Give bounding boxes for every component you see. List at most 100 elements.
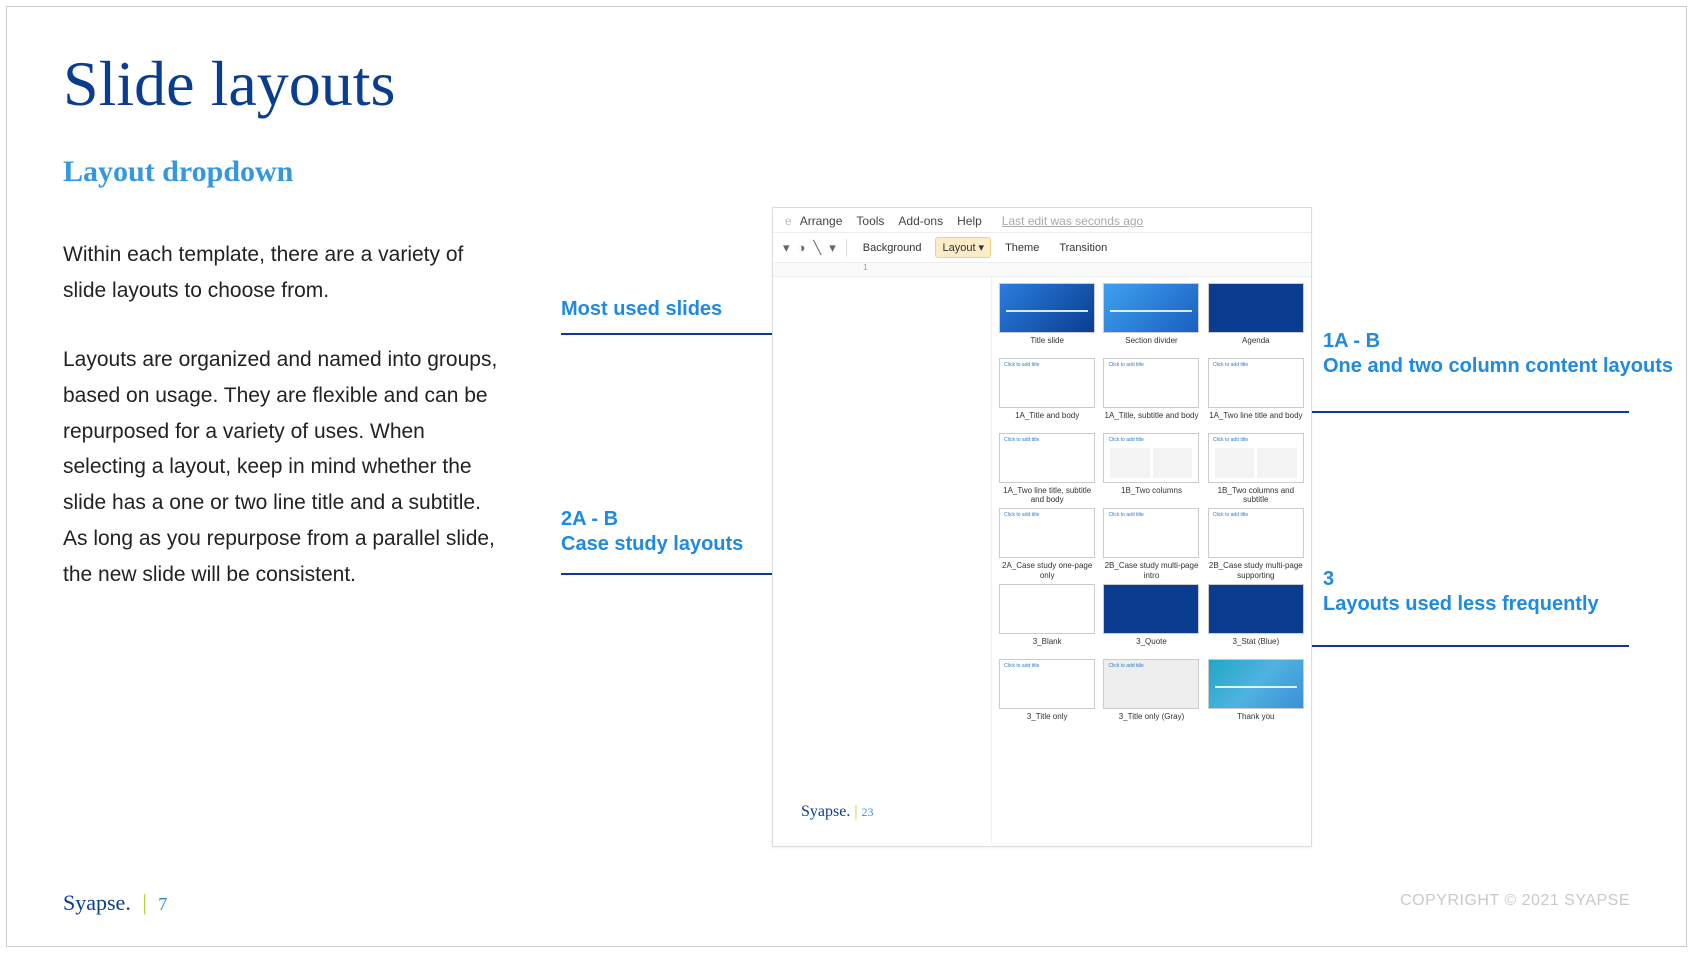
slide-footer: Syapse. | 7: [63, 890, 167, 916]
layout-thumb-label: 1A_Two line title, subtitle and body: [998, 486, 1096, 504]
callout-title: 2A - B: [561, 508, 618, 530]
layout-thumb-label: 1A_Title, subtitle and body: [1105, 411, 1199, 429]
layout-thumb[interactable]: 3_Quote: [1102, 584, 1200, 655]
app-toolbar: ▾ ◑ ╲ ▾ Background Layout ▾ Theme Transi…: [773, 233, 1311, 263]
transition-button[interactable]: Transition: [1053, 239, 1113, 257]
layout-thumb[interactable]: 3_Stat (Blue): [1207, 584, 1305, 655]
layout-thumb[interactable]: Agenda: [1207, 283, 1305, 354]
layout-thumb[interactable]: Click to add title 2B_Case study multi-pa…: [1102, 508, 1200, 579]
layout-thumb-preview: [1103, 283, 1199, 333]
menu-cut-edge: e: [785, 214, 792, 228]
app-menubar: e Arrange Tools Add-ons Help Last edit w…: [773, 208, 1311, 233]
layout-thumb[interactable]: Click to add title 3_Title only (Gray): [1102, 659, 1200, 730]
layout-thumb-label: 1A_Title and body: [1015, 411, 1079, 429]
copyright-text: COPYRIGHT © 2021 SYAPSE: [1400, 892, 1630, 910]
layout-thumb-preview: Click to add title: [999, 508, 1095, 558]
mini-brand-footer: Syapse. | 23: [801, 803, 874, 821]
layout-thumb-preview: Click to add title: [999, 659, 1095, 709]
layout-thumb[interactable]: Click to add title 1A_Title, subtitle and…: [1102, 358, 1200, 429]
layout-thumb-label: 1B_Two columns: [1121, 486, 1182, 504]
layout-thumb-label: 3_Blank: [1033, 637, 1062, 655]
layout-thumb-label: 2B_Case study multi-page intro: [1102, 561, 1200, 579]
layout-thumb-preview: Click to add title: [1103, 508, 1199, 558]
menu-item-arrange[interactable]: Arrange: [800, 214, 843, 228]
callout-subtitle: One and two column content layouts: [1323, 355, 1673, 377]
callout-less-frequent: 3 Layouts used less frequently: [1323, 567, 1599, 617]
layout-thumb-preview: Click to add title: [1208, 433, 1304, 483]
layout-thumb[interactable]: Click to add title 2B_Case study multi-pa…: [1207, 508, 1305, 579]
layout-thumb-label: 3_Title only: [1027, 712, 1068, 730]
layout-dropdown-button[interactable]: Layout ▾: [935, 237, 991, 258]
slide-canvas: Syapse. | 23: [773, 277, 991, 843]
slide-frame: Slide layouts Layout dropdown Within eac…: [6, 6, 1687, 947]
layout-thumb-label: 3_Stat (Blue): [1232, 637, 1279, 655]
page-subtitle: Layout dropdown: [63, 155, 1630, 189]
shape-icon[interactable]: ◑: [798, 240, 806, 255]
brand-divider: |: [142, 890, 146, 915]
layout-thumb[interactable]: Title slide: [998, 283, 1096, 354]
layout-thumb-label: Thank you: [1237, 712, 1274, 730]
layout-thumb-preview: [1103, 584, 1199, 634]
layout-thumb[interactable]: Click to add title 1A_Two line title, sub…: [998, 433, 1096, 504]
chevron-down-icon[interactable]: ▾: [829, 240, 836, 256]
layout-thumb-preview: Click to add title: [999, 358, 1095, 408]
layout-thumb-preview: Click to add title: [1103, 358, 1199, 408]
layout-thumb-preview: Click to add title: [1103, 433, 1199, 483]
layout-thumb-label: Section divider: [1125, 336, 1177, 354]
layout-thumb[interactable]: Click to add title 1B_Two columns: [1102, 433, 1200, 504]
layout-thumb[interactable]: Section divider: [1102, 283, 1200, 354]
layout-thumb-label: 3_Quote: [1136, 637, 1167, 655]
layout-thumb[interactable]: Click to add title 1A_Two line title and …: [1207, 358, 1305, 429]
layout-thumb-label: 1A_Two line title and body: [1209, 411, 1302, 429]
layout-dropdown-panel: Title slideSection dividerAgendaClick to…: [991, 277, 1311, 843]
brand-text: Syapse.: [801, 803, 850, 820]
layout-thumb-label: Title slide: [1030, 336, 1064, 354]
layout-thumb-preview: Click to add title: [1208, 358, 1304, 408]
callout-case-study: 2A - B Case study layouts: [561, 507, 743, 557]
menu-item-tools[interactable]: Tools: [856, 214, 884, 228]
callout-content-layouts: 1A - B One and two column content layout…: [1323, 329, 1673, 379]
menu-item-addons[interactable]: Add-ons: [898, 214, 943, 228]
layout-thumb-preview: [999, 283, 1095, 333]
layout-thumb-preview: [1208, 283, 1304, 333]
layout-thumb[interactable]: Click to add title 3_Title only: [998, 659, 1096, 730]
layout-thumb-preview: Click to add title: [1208, 508, 1304, 558]
layout-thumb[interactable]: Click to add title 1A_Title and body: [998, 358, 1096, 429]
mini-page-number: 23: [862, 805, 874, 819]
connector-line: [1259, 411, 1629, 413]
callout-title: 1A - B: [1323, 330, 1380, 352]
brand-text: Syapse.: [63, 890, 131, 915]
layout-thumb-label: 1B_Two columns and subtitle: [1207, 486, 1305, 504]
layout-thumb[interactable]: Thank you: [1207, 659, 1305, 730]
layout-thumb-preview: [1208, 659, 1304, 709]
layout-thumb-label: 2B_Case study multi-page supporting: [1207, 561, 1305, 579]
line-icon[interactable]: ╲: [813, 240, 821, 256]
callout-subtitle: Layouts used less frequently: [1323, 593, 1599, 615]
layout-thumb-label: 2A_Case study one-page only: [998, 561, 1096, 579]
separator: [846, 239, 847, 257]
ruler: 1: [773, 263, 1311, 277]
edit-status[interactable]: Last edit was seconds ago: [1002, 214, 1143, 228]
layout-thumb[interactable]: 3_Blank: [998, 584, 1096, 655]
app-body: Syapse. | 23 Title slide Section divider A…: [773, 277, 1311, 843]
background-button[interactable]: Background: [857, 239, 928, 257]
layout-thumb-preview: [1208, 584, 1304, 634]
menu-item-help[interactable]: Help: [957, 214, 982, 228]
callout-subtitle: Case study layouts: [561, 533, 743, 555]
layout-thumb-label: 3_Title only (Gray): [1119, 712, 1185, 730]
callout-title: 3: [1323, 568, 1334, 590]
page-title: Slide layouts: [63, 47, 1630, 121]
brand-divider: |: [854, 803, 857, 820]
app-screenshot: e Arrange Tools Add-ons Help Last edit w…: [772, 207, 1312, 847]
layout-thumb[interactable]: Click to add title 2A_Case study one-page…: [998, 508, 1096, 579]
page-number: 7: [158, 894, 167, 914]
body-text: Within each template, there are a variet…: [63, 237, 503, 592]
connector-line: [1259, 645, 1629, 647]
callout-most-used: Most used slides: [561, 297, 722, 322]
chevron-down-icon[interactable]: ▾: [783, 240, 790, 256]
theme-button[interactable]: Theme: [999, 239, 1045, 257]
layout-thumb-preview: Click to add title: [1103, 659, 1199, 709]
layout-thumb[interactable]: Click to add title 1B_Two columns and sub…: [1207, 433, 1305, 504]
layout-thumb-preview: [999, 584, 1095, 634]
layout-thumb-preview: Click to add title: [999, 433, 1095, 483]
